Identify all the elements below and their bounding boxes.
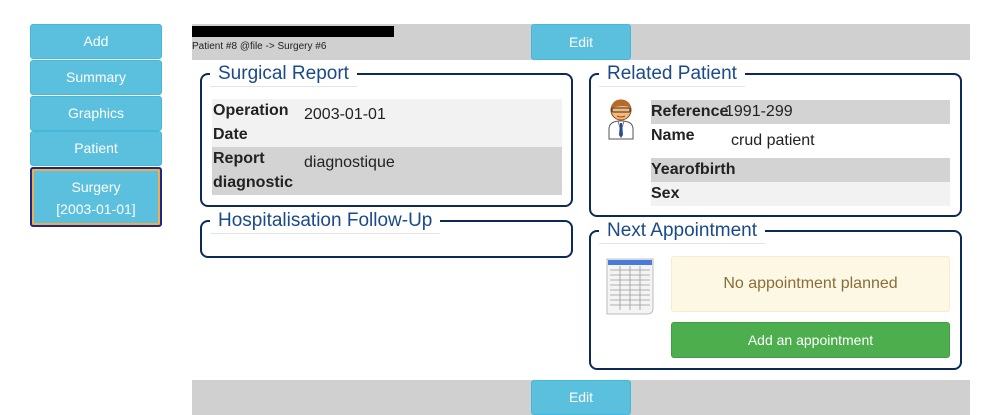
next-appointment-title: Next Appointment bbox=[599, 219, 765, 244]
no-appointment-alert: No appointment planned bbox=[671, 256, 950, 312]
related-patient-title: Related Patient bbox=[599, 62, 745, 87]
redacted-title bbox=[192, 26, 394, 37]
row-label: Report diagnostic bbox=[213, 150, 294, 191]
edit-button-top[interactable]: Edit bbox=[531, 24, 631, 60]
hospitalisation-panel: Hospitalisation Follow-Up bbox=[200, 209, 573, 258]
surgical-report-title: Surgical Report bbox=[210, 62, 357, 87]
table-row: Yearofbirth bbox=[651, 158, 950, 182]
hospitalisation-title: Hospitalisation Follow-Up bbox=[210, 209, 441, 234]
table-row: Report diagnostic diagnostique bbox=[212, 147, 562, 195]
add-button[interactable]: Add bbox=[30, 24, 162, 59]
row-label: Reference bbox=[651, 103, 729, 120]
row-label: Yearofbirth bbox=[651, 161, 736, 178]
doctor-icon bbox=[605, 97, 637, 141]
next-appointment-panel: Next Appointment No appointment planned … bbox=[589, 219, 962, 370]
related-patient-panel: Related Patient Reference 1991-299 Name … bbox=[589, 62, 962, 217]
graphics-button[interactable]: Graphics bbox=[30, 96, 162, 131]
breadcrumb: Patient #8 @file -> Surgery #6 bbox=[192, 41, 327, 52]
table-row: Name crud patient bbox=[651, 124, 950, 158]
table-row: Operation Date 2003-01-01 bbox=[212, 99, 562, 147]
row-value: 2003-01-01 bbox=[304, 106, 386, 123]
spreadsheet-icon bbox=[605, 256, 655, 316]
patient-button[interactable]: Patient bbox=[30, 131, 162, 166]
surgery-button[interactable]: Surgery [2003-01-01] bbox=[30, 167, 162, 227]
surgery-button-label: Surgery bbox=[71, 179, 121, 195]
table-row: Sex bbox=[651, 182, 950, 206]
row-value: 1991-299 bbox=[725, 103, 793, 120]
edit-button-bottom[interactable]: Edit bbox=[531, 380, 631, 415]
row-label: Sex bbox=[651, 185, 680, 202]
add-appointment-button[interactable]: Add an appointment bbox=[671, 322, 950, 358]
row-value: crud patient bbox=[731, 132, 815, 149]
surgery-button-date: [2003-01-01] bbox=[56, 201, 136, 217]
row-label: Name bbox=[651, 127, 695, 144]
surgical-report-panel: Surgical Report Operation Date 2003-01-0… bbox=[200, 62, 573, 207]
row-value: diagnostique bbox=[304, 154, 395, 171]
summary-button[interactable]: Summary bbox=[30, 60, 162, 95]
row-label: Operation Date bbox=[213, 102, 289, 143]
table-row: Reference 1991-299 bbox=[651, 100, 950, 124]
